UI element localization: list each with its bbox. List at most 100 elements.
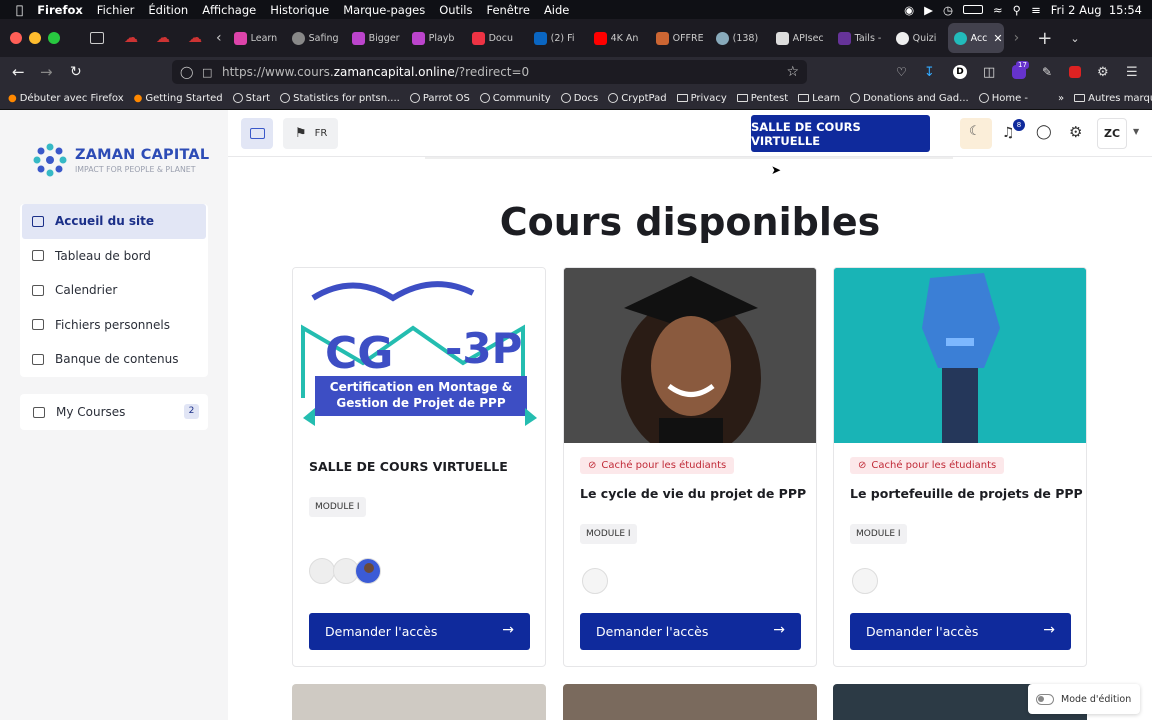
tab-list-chevron-icon[interactable]: ⌄ <box>1070 32 1079 45</box>
shield-icon[interactable]: ◯ <box>180 65 193 79</box>
menu-outils[interactable]: Outils <box>439 3 472 17</box>
tab-close-icon[interactable]: ✕ <box>993 32 1002 45</box>
menu-historique[interactable]: Historique <box>270 3 329 17</box>
tabs-scroll-right-icon[interactable]: › <box>1014 30 1020 46</box>
new-tab-button[interactable]: + <box>1037 28 1052 49</box>
sidebar-toggle-button[interactable] <box>241 118 273 149</box>
tab-overview-icon[interactable] <box>90 32 104 44</box>
bookmark-parrot-os[interactable]: Parrot OS <box>409 93 470 104</box>
hamburger-menu-icon[interactable]: ☰ <box>1126 65 1138 80</box>
bookmark-getting-started[interactable]: ● Getting Started <box>134 93 223 104</box>
settings-gear-icon[interactable]: ⚙ <box>1097 65 1109 80</box>
tab-tails[interactable]: Tails - <box>832 23 890 53</box>
record-icon[interactable]: ◉ <box>904 3 914 17</box>
avatar[interactable] <box>309 558 335 584</box>
bookmarks-overflow-icon[interactable]: » <box>1058 93 1064 104</box>
course-title[interactable]: Le cycle de vie du projet de PPP <box>580 486 806 501</box>
tabs-scroll-left-icon[interactable]: ‹ <box>216 30 222 46</box>
sidebar-item-fichiers[interactable]: Fichiers personnels <box>20 308 208 343</box>
edit-mode-toggle[interactable]: Mode d'édition <box>1028 684 1140 714</box>
request-access-button[interactable]: Demander l'accès → <box>850 613 1071 650</box>
pinned-tab-3[interactable]: ☁ <box>188 30 202 46</box>
course-image-graduate[interactable] <box>564 268 816 443</box>
tab-youtube[interactable]: 4K An <box>588 23 650 53</box>
tab-bigger[interactable]: Bigger <box>346 23 406 53</box>
course-card-1[interactable]: CG -3P Certification en Montage & Gestio… <box>292 267 546 667</box>
pinned-tab-1[interactable]: ☁ <box>124 30 138 46</box>
forward-icon[interactable]: → <box>40 63 53 81</box>
bookmark-debuter-firefox[interactable]: ● Débuter avec Firefox <box>8 93 124 104</box>
bookmark-cryptpad[interactable]: CryptPad <box>608 93 667 104</box>
back-icon[interactable]: ← <box>12 63 25 81</box>
user-avatar[interactable]: ZC <box>1097 118 1127 149</box>
battery-icon[interactable] <box>963 5 984 14</box>
virtual-classroom-button[interactable]: SALLE DE COURS VIRTUELLE <box>751 115 930 152</box>
messages-icon[interactable]: ◯ <box>1036 124 1052 140</box>
tab-learn[interactable]: Learn <box>228 23 286 53</box>
menu-fenetre[interactable]: Fenêtre <box>486 3 529 17</box>
course-card-3[interactable]: ⊘ Caché pour les étudiants Le portefeuill… <box>833 267 1087 667</box>
wifi-icon[interactable]: ≈ <box>993 3 1003 17</box>
extensions-puzzle-icon[interactable]: ◫ <box>983 65 995 80</box>
bookmark-community[interactable]: Community <box>479 93 551 104</box>
avatar[interactable] <box>582 568 608 594</box>
site-logo[interactable]: ZAMAN CAPITAL IMPACT FOR PEOPLE & PLANET <box>32 142 209 178</box>
menu-affichage[interactable]: Affichage <box>202 3 256 17</box>
course-image-robot-hand[interactable] <box>834 268 1086 443</box>
course-image-cg3p[interactable]: CG -3P Certification en Montage & Gestio… <box>293 268 545 443</box>
course-card-2[interactable]: ⊘ Caché pour les étudiants Le cycle de vi… <box>563 267 817 667</box>
minimize-window-button[interactable] <box>29 32 41 44</box>
pinned-tab-2[interactable]: ☁ <box>156 30 170 46</box>
user-menu-chevron-icon[interactable]: ▼ <box>1133 127 1139 136</box>
bookmark-folder-autres[interactable]: Autres marque-pages <box>1074 93 1152 104</box>
sidebar-item-accueil[interactable]: Accueil du site <box>22 204 206 239</box>
tab-quizi[interactable]: Quizi <box>890 23 948 53</box>
tab-active-acc[interactable]: Acc ✕ <box>947 23 1004 53</box>
course-card-4-image[interactable] <box>292 684 546 720</box>
play-icon[interactable]: ▶ <box>924 3 933 17</box>
extension-d-icon[interactable]: D <box>953 65 967 79</box>
bookmark-start[interactable]: Start <box>232 93 270 104</box>
course-card-5-image[interactable] <box>563 684 817 720</box>
settings-icon[interactable]: ⚙ <box>1069 123 1082 141</box>
pocket-icon[interactable]: ♡ <box>896 65 907 79</box>
avatar[interactable] <box>355 558 381 584</box>
tab-offre[interactable]: OFFRE <box>650 23 710 53</box>
language-button[interactable]: ⚑ FR <box>283 118 338 149</box>
password-lock-icon[interactable] <box>1069 66 1081 78</box>
tab-linkedin[interactable]: (2) Fi <box>528 23 588 53</box>
close-window-button[interactable] <box>10 32 22 44</box>
course-title[interactable]: Le portefeuille de projets de PPP <box>850 486 1083 501</box>
menu-fichier[interactable]: Fichier <box>97 3 135 17</box>
sidebar-item-banque[interactable]: Banque de contenus <box>20 342 208 377</box>
sidebar-item-calendrier[interactable]: Calendrier <box>20 273 208 308</box>
tab-138[interactable]: (138) <box>710 23 770 53</box>
request-access-button[interactable]: Demander l'accès → <box>580 613 801 650</box>
bookmark-statistics[interactable]: Statistics for pntsn.... <box>280 93 400 104</box>
bookmark-home[interactable]: Home - <box>978 93 1028 104</box>
clock-datetime[interactable]: Fri 2 Aug 15:54 <box>1051 3 1142 17</box>
tab-safing[interactable]: Safing <box>286 23 346 53</box>
menu-app-name[interactable]: Firefox <box>37 3 83 17</box>
clock-icon[interactable]: ◷ <box>943 3 953 17</box>
apple-icon[interactable]:  <box>16 3 23 17</box>
spotlight-icon[interactable]: ⚲ <box>1013 3 1021 17</box>
bookmark-folder-privacy[interactable]: Privacy <box>676 93 727 104</box>
url-bar[interactable]: ◯ □ https://www.cours. zamancapital.onlin… <box>172 60 807 84</box>
request-access-button[interactable]: Demander l'accès → <box>309 613 530 650</box>
bookmark-folder-learn[interactable]: Learn <box>798 93 840 104</box>
menu-aide[interactable]: Aide <box>544 3 569 17</box>
tab-apisec[interactable]: APIsec <box>770 23 832 53</box>
sidebar-item-tableau-de-bord[interactable]: Tableau de bord <box>20 239 208 274</box>
bookmark-folder-pentest[interactable]: Pentest <box>736 93 788 104</box>
eyedropper-icon[interactable]: ✎ <box>1042 65 1052 79</box>
menu-edition[interactable]: Édition <box>148 3 188 17</box>
reload-icon[interactable]: ↻ <box>70 64 82 80</box>
lock-icon[interactable]: □ <box>202 66 212 79</box>
download-icon[interactable]: ↧ <box>924 65 935 80</box>
my-courses-item[interactable]: My Courses 2 <box>20 394 208 430</box>
zoom-window-button[interactable] <box>48 32 60 44</box>
avatar[interactable] <box>852 568 878 594</box>
bookmark-docs[interactable]: Docs <box>560 93 598 104</box>
course-title[interactable]: SALLE DE COURS VIRTUELLE <box>309 459 508 474</box>
